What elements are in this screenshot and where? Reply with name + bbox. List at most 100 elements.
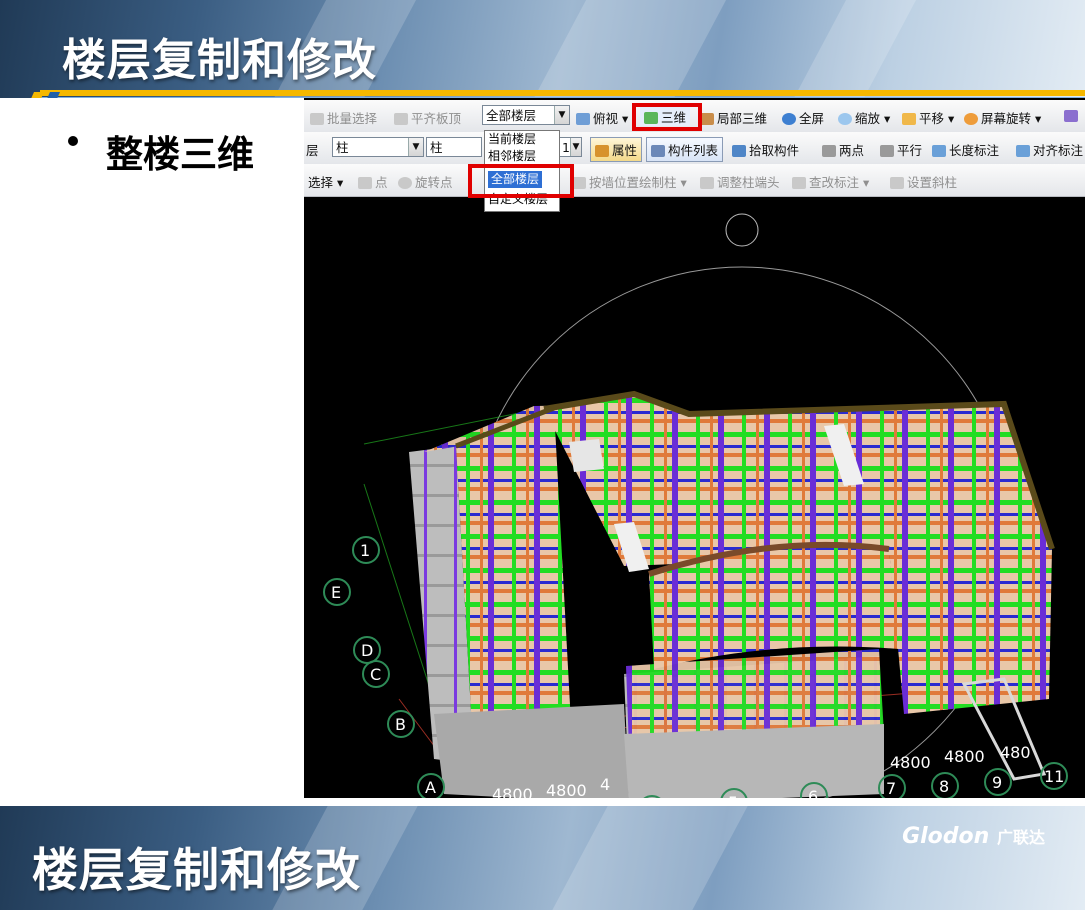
floor-option-adjacent[interactable]: 相邻楼层 [488,148,536,165]
parallel-button[interactable]: 平行 [880,140,922,159]
bullet-text: 整楼三维 [106,133,254,176]
orbit-handle-top[interactable] [725,213,759,247]
parallel-icon [880,145,894,157]
point-label: 点 [375,175,388,190]
top-title-banner: 楼层复制和修改 [0,0,1085,98]
rotate-icon [964,113,978,125]
draw-by-wall-button[interactable]: 按墙位置绘制柱 ▾ [572,172,687,191]
component-type-value: 柱 [336,140,349,155]
local-3d-button[interactable]: 局部三维 [700,108,767,127]
length-dim-button[interactable]: 长度标注 [932,140,999,159]
number-select[interactable]: 1 ▼ [558,137,582,157]
highlight-3d-button [632,103,702,131]
pick-icon [732,145,746,157]
bottom-title-banner: 楼层复制和修改 Glodon 广联达 [0,806,1085,910]
dimension-label: 4800 [546,781,587,798]
building-model [409,390,1055,798]
two-points-button[interactable]: 两点 [822,140,864,159]
svg-text:A: A [425,778,436,797]
list-icon [651,145,665,157]
pick-component-button[interactable]: 拾取构件 [732,140,799,159]
svg-text:8: 8 [939,777,949,796]
slide-title: 楼层复制和修改 [62,35,377,86]
overflow-glyph-icon [1064,110,1078,122]
align-dim-label: 对齐标注 [1033,143,1084,158]
fullscreen-button[interactable]: 全屏 [782,108,824,127]
check-label-icon [792,177,806,189]
select-label: 选择 [308,175,334,190]
svg-text:C: C [370,665,381,684]
component-subtype-select[interactable]: 柱 [426,137,482,157]
zoom-button[interactable]: 缩放 ▾ [838,108,890,127]
magnifier-icon [838,113,852,125]
rotate-point-button[interactable]: 旋转点 [398,172,453,191]
chevron-down-icon[interactable]: ▼ [554,106,569,124]
svg-text:7: 7 [886,779,896,798]
check-label-button[interactable]: 查改标注 ▾ [792,172,869,191]
properties-icon [595,145,609,157]
align-slab-label: 平齐板顶 [411,111,462,126]
banner-decoration [533,0,727,98]
length-dim-label: 长度标注 [949,143,1000,158]
toolbar-component: 层 柱 ▼ 柱 1 ▼ 属性 构件列表 拾取构件 两点 平行 长度标注 对齐标注 [304,132,1085,165]
toolbar-draw: 选择 ▾ 点 旋转点 按墙位置绘制柱 ▾ 调整柱端头 查改标注 ▾ 设置斜柱 [304,164,1085,197]
chevron-down-icon[interactable]: ▼ [408,138,423,156]
local-3d-label: 局部三维 [717,111,768,126]
adjust-column-end-button[interactable]: 调整柱端头 [700,172,780,191]
select-button[interactable]: 选择 ▾ [308,172,343,191]
chevron-down-icon[interactable]: ▼ [570,138,581,156]
component-list-button[interactable]: 构件列表 [646,137,724,162]
svg-text:B: B [395,715,406,734]
slide-text-panel [0,98,304,806]
dimension-label: 4800 [492,785,533,798]
svg-text:9: 9 [992,773,1002,792]
align-slab-top-button[interactable]: 平齐板顶 [394,108,461,127]
axis-bubble-8: 8 [931,772,959,798]
axis-bubble-9: 9 [984,768,1012,796]
hand-icon [902,113,916,125]
svg-text:1: 1 [360,541,370,560]
bullet-dot [68,136,78,146]
floor-option-current[interactable]: 当前楼层 [488,131,536,148]
svg-text:D: D [361,641,373,660]
screen-rotate-button[interactable]: 屏幕旋转 ▾ [964,108,1041,127]
brand-cn-text: 广联达 [996,828,1045,847]
svg-text:11: 11 [1044,767,1064,786]
footer-title: 楼层复制和修改 [32,843,361,897]
properties-label: 属性 [612,143,638,158]
properties-button[interactable]: 属性 [590,137,643,162]
top-view-button[interactable]: 俯视 ▾ [576,108,628,127]
local-3d-icon [700,113,714,125]
overflow-icon[interactable] [1064,108,1081,123]
axis-bubble-c: C [362,660,390,688]
pan-button[interactable]: 平移 ▾ [902,108,954,127]
batch-select-button[interactable]: 批量选择 [310,108,377,127]
align-dim-button[interactable]: 对齐标注 [1016,140,1083,159]
3d-viewport[interactable]: 1 2 3 4 5 6 7 8 9 11 A B C D E 1 4800 48… [304,194,1085,798]
rotate-point-icon [398,177,412,189]
banner-decoration [552,806,748,910]
banner-decoration [793,0,917,98]
svg-text:5: 5 [728,793,738,798]
floor-range-select[interactable]: 全部楼层 ▼ [482,105,570,125]
dimension-label: 4800 [944,747,985,766]
two-points-icon [822,145,836,157]
point-button[interactable]: 点 [358,172,388,191]
axis-bubble-e: E [323,578,351,606]
fullscreen-label: 全屏 [799,111,825,126]
software-screenshot: 批量选择 平齐板顶 全部楼层 ▼ 俯视 ▾ 三维 局部三维 全屏 缩放 ▾ 平移… [304,98,1085,798]
point-icon [358,177,372,189]
component-list-label: 构件列表 [668,143,719,158]
rotate-point-label: 旋转点 [415,175,453,190]
screen-rotate-label: 屏幕旋转 [981,111,1032,126]
component-type-select[interactable]: 柱 ▼ [332,137,424,157]
axis-bubble-b: B [387,710,415,738]
layer-label: 层 [306,143,319,158]
dimension-label: 4800 [890,753,931,772]
draw-by-wall-label: 按墙位置绘制柱 [589,175,677,190]
set-inclined-column-button[interactable]: 设置斜柱 [890,172,957,191]
floor-range-value: 全部楼层 [486,108,537,123]
dimension-icon [932,145,946,157]
fullscreen-icon [782,113,796,125]
component-subtype-value: 柱 [430,140,443,155]
